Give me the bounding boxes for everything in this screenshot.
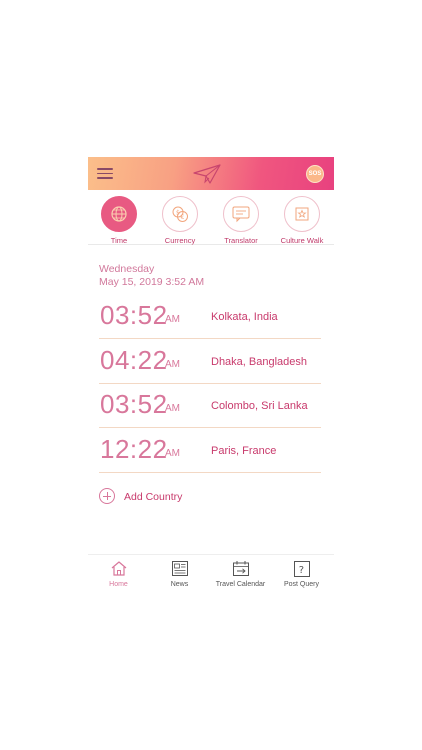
nav-home[interactable]: Home [88, 559, 149, 593]
nav-post-query[interactable]: ? Post Query [271, 559, 332, 593]
clock-ampm: AM [165, 403, 180, 414]
clock-time: 03:52 [100, 389, 168, 419]
calendar-icon [231, 559, 251, 578]
culture-walk-icon [284, 196, 320, 232]
nav-label: Home [109, 581, 128, 588]
clock-ampm: AM [165, 314, 180, 325]
tab-culture-walk[interactable]: Culture Walk [271, 195, 333, 245]
clock-city: Kolkata, India [211, 311, 278, 323]
add-country-label: Add Country [124, 491, 183, 503]
nav-label: Post Query [283, 581, 319, 588]
nav-news[interactable]: News [149, 559, 210, 593]
svg-text:?: ? [299, 565, 304, 576]
full-date-label: May 15, 2019 3:52 AM [99, 276, 205, 288]
weekday-label: Wednesday [99, 263, 155, 275]
clock-city: Paris, France [211, 445, 277, 457]
currency-exchange-icon: $ € [162, 196, 198, 232]
svg-text:$: $ [176, 210, 180, 217]
home-icon [109, 559, 129, 578]
clock-row[interactable]: 12:22 AM Paris, France [99, 428, 321, 473]
globe-icon [101, 196, 137, 232]
clock-row[interactable]: 03:52 AM Colombo, Sri Lanka [99, 383, 321, 428]
bottom-navigation: Home News Travel Calendar ? Post Query [88, 554, 334, 594]
news-icon [170, 559, 190, 578]
current-date: Wednesday May 15, 2019 3:52 AM [99, 263, 204, 289]
tab-label: Currency [164, 236, 196, 245]
nav-label: Travel Calendar [215, 581, 266, 588]
nav-travel-calendar[interactable]: Travel Calendar [210, 559, 271, 593]
nav-label: News [170, 581, 189, 588]
add-circle-icon [99, 488, 115, 504]
app-screen: SOS Time $ € Currency Translator Culture… [88, 157, 334, 597]
question-icon: ? [292, 559, 312, 578]
tab-currency[interactable]: $ € Currency [149, 195, 211, 245]
clock-row[interactable]: 04:22 AM Dhaka, Bangladesh [99, 339, 321, 384]
tab-label: Time [110, 236, 128, 245]
clock-time: 12:22 [100, 434, 168, 464]
hamburger-menu-icon[interactable] [97, 168, 113, 179]
tab-label: Translator [224, 236, 258, 245]
feature-tabs: Time $ € Currency Translator Culture Wal… [88, 193, 334, 245]
tab-translator[interactable]: Translator [210, 195, 272, 245]
clock-city: Dhaka, Bangladesh [211, 356, 308, 368]
clock-city: Colombo, Sri Lanka [211, 400, 308, 412]
sos-button[interactable]: SOS [306, 165, 324, 183]
paper-plane-logo-icon [193, 164, 221, 184]
svg-text:€: € [181, 214, 185, 221]
add-country-button[interactable]: Add Country [99, 487, 239, 507]
translator-icon [223, 196, 259, 232]
clock-ampm: AM [165, 359, 180, 370]
clock-row[interactable]: 03:52 AM Kolkata, India [99, 294, 321, 339]
clock-time: 04:22 [100, 345, 168, 375]
tab-time[interactable]: Time [88, 195, 150, 245]
app-header: SOS [88, 157, 334, 190]
tab-label: Culture Walk [280, 236, 324, 245]
clock-time: 03:52 [100, 300, 168, 330]
clock-ampm: AM [165, 448, 180, 459]
